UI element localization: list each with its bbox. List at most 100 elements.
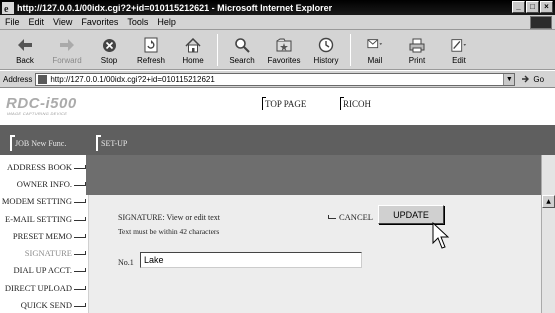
menu-view[interactable]: View	[53, 17, 72, 27]
menu-tools[interactable]: Tools	[127, 17, 148, 27]
nav-arrow-icon	[74, 165, 86, 169]
address-value: http://127.0.0.1/00idx.cgi?2+id=01011521…	[50, 74, 215, 84]
print-label: Print	[408, 56, 426, 65]
refresh-label: Refresh	[136, 56, 165, 65]
forward-arrow-icon	[59, 37, 75, 53]
nav-item-label: OWNER INFO.	[16, 179, 72, 189]
address-dropdown-button[interactable]: ▼	[503, 73, 515, 85]
stop-label: Stop	[100, 56, 118, 65]
menu-bar: File Edit View Favorites Tools Help	[0, 15, 555, 30]
ricoh-link[interactable]: RICOH	[340, 97, 371, 110]
nav-item-address-book[interactable]: ADDRESS BOOK	[7, 160, 86, 174]
close-button[interactable]: ×	[540, 1, 553, 13]
search-button[interactable]: Search	[221, 30, 263, 68]
go-button[interactable]: Go	[521, 74, 544, 84]
refresh-icon	[143, 37, 159, 53]
stop-button[interactable]: Stop	[88, 30, 130, 68]
vertical-scrollbar[interactable]: ▲	[541, 155, 555, 313]
address-bar: Address http://127.0.0.1/00idx.cgi?2+id=…	[0, 71, 555, 88]
field-label: No.1	[118, 258, 134, 267]
windows-logo-icon	[530, 16, 552, 29]
scroll-up-arrow-icon[interactable]: ▲	[542, 195, 555, 208]
tab-job-new-func[interactable]: JOB New Func.	[10, 135, 66, 151]
nav-item-label: MODEM SETTING	[1, 196, 72, 206]
cancel-button[interactable]: CANCEL	[328, 212, 373, 222]
nav-item-signature[interactable]: SIGNATURE	[25, 246, 86, 260]
back-label: Back	[16, 56, 34, 65]
nav-item-label: PRESET MEMO	[12, 231, 72, 241]
forward-label: Forward	[52, 56, 82, 65]
form-note: Text must be within 42 characters	[118, 227, 220, 236]
edit-button[interactable]: Edit	[438, 30, 480, 68]
nav-arrow-icon	[74, 268, 86, 272]
home-icon	[185, 37, 201, 53]
tab-set-up[interactable]: SET-UP	[96, 135, 127, 151]
nav-item-preset-memo[interactable]: PRESET MEMO	[13, 229, 86, 243]
nav-item-label: DIRECT UPLOAD	[4, 283, 72, 293]
window-controls: _ □ ×	[512, 1, 553, 13]
nav-item-label: E-MAIL SETTING	[5, 214, 72, 224]
favorites-label: Favorites	[267, 56, 301, 65]
browser-toolbar: Back Forward Stop Refresh Home Search Fa…	[0, 30, 555, 70]
window-title-bar: e http://127.0.0.1/00idx.cgi?2+id=010115…	[0, 0, 555, 15]
back-arrow-icon	[17, 37, 33, 53]
maximize-button[interactable]: □	[526, 1, 539, 13]
content-header-band	[86, 155, 541, 195]
app-logo-subtitle: IMAGE CAPTURING DEVICE	[7, 111, 68, 116]
home-label: Home	[182, 56, 204, 65]
nav-arrow-icon	[74, 251, 86, 255]
refresh-button[interactable]: Refresh	[130, 30, 172, 68]
mail-button[interactable]: Mail	[354, 30, 396, 68]
address-input[interactable]: http://127.0.0.1/00idx.cgi?2+id=01011521…	[35, 72, 516, 86]
edit-label: Edit	[452, 56, 466, 65]
nav-arrow-icon	[74, 217, 86, 221]
app-header: RDC-i500 IMAGE CAPTURING DEVICE TOP PAGE…	[0, 89, 555, 125]
go-arrow-icon	[522, 75, 530, 83]
main-content: SIGNATURE: View or edit text Text must b…	[86, 155, 541, 313]
address-label: Address	[3, 74, 33, 84]
search-label: Search	[229, 56, 255, 65]
nav-item-modem-setting[interactable]: MODEM SETTING	[2, 194, 86, 208]
nav-arrow-icon	[74, 182, 86, 186]
menu-file[interactable]: File	[5, 17, 20, 27]
nav-item-label: QUICK SEND	[20, 300, 72, 310]
nav-arrow-icon	[74, 199, 86, 203]
top-page-link[interactable]: TOP PAGE	[262, 97, 306, 110]
nav-item-label: DIAL UP ACCT.	[13, 265, 72, 275]
cancel-arrow-icon	[328, 215, 336, 219]
nav-item-quick-send[interactable]: QUICK SEND	[21, 298, 86, 312]
back-button[interactable]: Back	[4, 30, 46, 68]
favorites-icon	[276, 37, 292, 53]
minimize-button[interactable]: _	[512, 1, 525, 13]
toolbar-separator	[217, 34, 218, 66]
window-title: http://127.0.0.1/00idx.cgi?2+id=01011521…	[17, 2, 333, 13]
settings-nav: ADDRESS BOOK OWNER INFO. MODEM SETTING E…	[0, 155, 86, 313]
app-logo: RDC-i500	[6, 95, 77, 112]
nav-item-label: ADDRESS BOOK	[7, 162, 72, 172]
history-icon	[318, 37, 334, 53]
edit-icon	[451, 37, 467, 53]
history-button[interactable]: History	[305, 30, 347, 68]
menu-favorites[interactable]: Favorites	[81, 17, 118, 27]
signature-text-input[interactable]: Lake	[140, 252, 362, 268]
stop-icon	[101, 37, 117, 53]
print-icon	[409, 37, 425, 53]
page-icon	[38, 74, 48, 84]
mouse-cursor-icon	[432, 222, 450, 249]
menu-help[interactable]: Help	[157, 17, 176, 27]
nav-item-dial-up-acct[interactable]: DIAL UP ACCT.	[14, 263, 86, 277]
tab-strip: JOB New Func. SET-UP	[0, 125, 555, 155]
nav-item-email-setting[interactable]: E-MAIL SETTING	[5, 212, 86, 226]
svg-text:e: e	[4, 4, 9, 14]
mail-icon	[367, 37, 383, 53]
search-icon	[234, 37, 250, 53]
favorites-button[interactable]: Favorites	[263, 30, 305, 68]
nav-item-owner-info[interactable]: OWNER INFO.	[17, 177, 86, 191]
cancel-label: CANCEL	[339, 212, 373, 222]
print-button[interactable]: Print	[396, 30, 438, 68]
nav-item-direct-upload[interactable]: DIRECT UPLOAD	[5, 281, 86, 295]
menu-edit[interactable]: Edit	[29, 17, 45, 27]
nav-arrow-icon	[74, 286, 86, 290]
home-button[interactable]: Home	[172, 30, 214, 68]
forward-button[interactable]: Forward	[46, 30, 88, 68]
